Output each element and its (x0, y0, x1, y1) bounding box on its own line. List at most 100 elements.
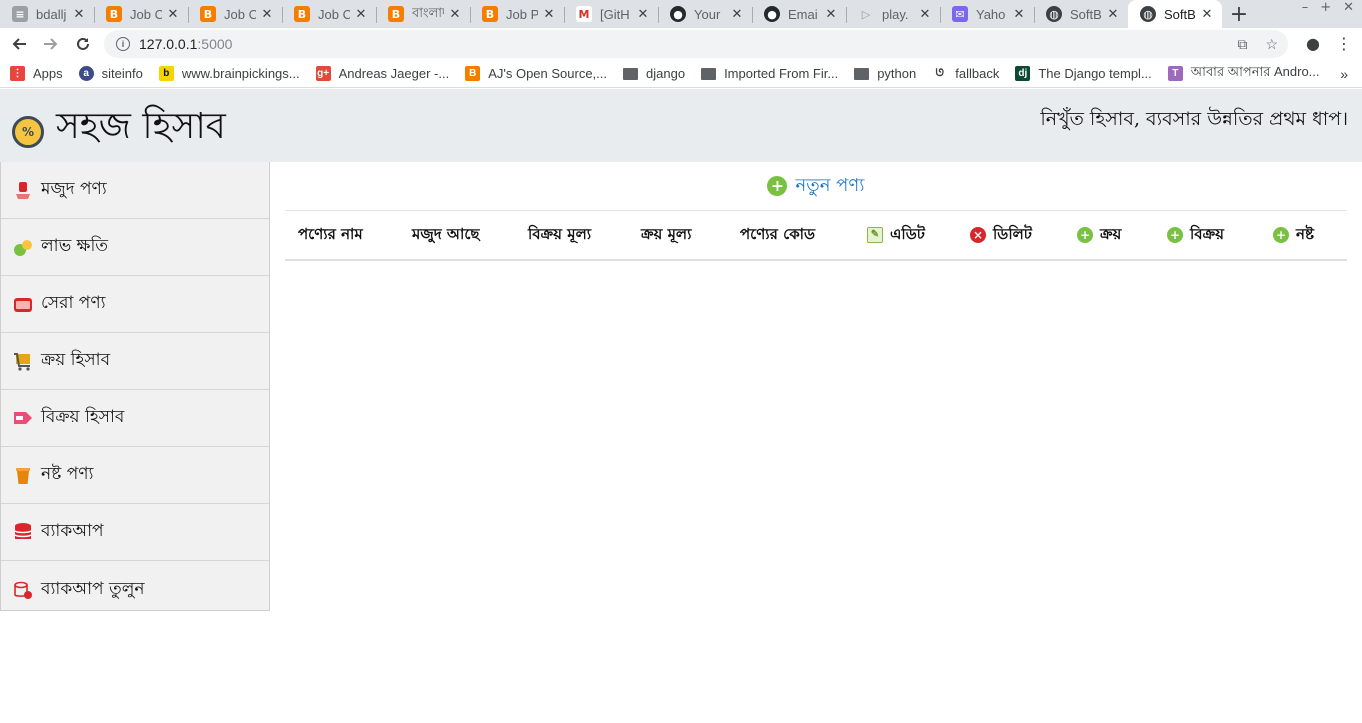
forward-button[interactable] (35, 28, 67, 60)
close-tab-icon[interactable]: ✕ (260, 7, 274, 22)
close-tab-icon[interactable]: ✕ (354, 7, 368, 22)
app-page: % সহজ হিসাব নিখুঁত হিসাব, ব্যবসার উন্নতি… (0, 89, 1362, 723)
blogger-icon: B (482, 6, 498, 22)
apps-icon: ⋮ (10, 66, 25, 81)
close-tab-icon[interactable]: ✕ (824, 7, 838, 22)
minimize-icon[interactable]: – (1302, 0, 1309, 15)
bookmark-item[interactable]: Imported From Fir... (701, 66, 838, 81)
close-tab-icon[interactable]: ✕ (448, 7, 462, 22)
bookmark-item[interactable]: a siteinfo (78, 66, 143, 81)
bookmark-item[interactable]: ⋮ Apps (10, 66, 63, 81)
close-tab-icon[interactable]: ✕ (72, 7, 86, 22)
browser-tab[interactable]: M [GitH ✕ (564, 0, 658, 28)
browser-toolbar: i 127.0.0.1:5000 ⧉ ☆ ● ⋮ (0, 28, 1362, 60)
app-tagline: নিখুঁত হিসাব, ব্যবসার উন্নতির প্রথম ধাপ। (1040, 108, 1348, 130)
blogger-icon: B (294, 6, 310, 22)
close-tab-icon[interactable]: ✕ (166, 7, 180, 22)
folder-icon (623, 67, 639, 80)
blogger-icon: B (388, 6, 404, 22)
bookmark-item[interactable]: python (854, 66, 916, 81)
bookmark-item[interactable]: django (623, 66, 685, 81)
maximize-icon[interactable]: + (1320, 0, 1331, 15)
new-tab-button[interactable]: + (1222, 0, 1256, 28)
reload-icon (77, 37, 89, 50)
add-product-button[interactable]: + নতুন পণ্য (767, 171, 865, 202)
column-header-delete[interactable]: × ডিলিট (970, 223, 1032, 248)
sale-tag-icon (13, 408, 33, 428)
bookmark-item[interactable]: dj The Django templ... (1015, 66, 1152, 81)
browser-tab[interactable]: BJob Ci✕ (94, 0, 188, 28)
brainpickings-icon: b (158, 66, 174, 81)
column-header-purchase-price[interactable]: ক্রয় মূল্য (641, 223, 691, 248)
bookmark-item[interactable]: g+ Andreas Jaeger -... (315, 66, 449, 81)
browser-tab[interactable]: ✉ Yaho ✕ (940, 0, 1034, 28)
close-tab-icon[interactable]: ✕ (730, 7, 744, 22)
database-restore-icon (13, 580, 33, 600)
bookmark-item[interactable]: T আবার আপনার Andro... (1167, 63, 1320, 84)
close-tab-icon[interactable]: ✕ (542, 7, 556, 22)
column-header-damaged[interactable]: + নষ্ট (1273, 223, 1314, 248)
sidebar-item-restore-backup[interactable]: ব্যাকআপ তুলুন (1, 561, 269, 618)
folder-icon (854, 67, 870, 80)
account-icon[interactable]: ● (1306, 34, 1320, 53)
bookmarks-bar: ⋮ Apps a siteinfo b www.brainpickings... g+… (0, 60, 1362, 88)
bookmark-item[interactable]: b www.brainpickings... (158, 66, 300, 81)
bookmark-item[interactable]: ᘎ fallback (932, 66, 999, 81)
column-header-code[interactable]: পণ্যের কোড (740, 223, 815, 248)
close-tab-icon[interactable]: ✕ (1012, 7, 1026, 22)
sidebar-item-best-products[interactable]: সেরা পণ্য (1, 276, 269, 333)
siteinfo-icon: a (78, 66, 94, 81)
file-icon: ≡ (12, 6, 28, 22)
translate-icon[interactable]: ⧉ (1237, 36, 1247, 53)
browser-tab[interactable]: ● Emai ✕ (752, 0, 846, 28)
browser-tab[interactable]: BJob Ci✕ (188, 0, 282, 28)
browser-tab[interactable]: Bবাংলাদ✕ (376, 0, 470, 28)
back-button[interactable] (3, 28, 35, 60)
column-header-purchase[interactable]: + ক্রয় (1077, 223, 1121, 248)
address-bar[interactable]: i 127.0.0.1:5000 ⧉ ☆ (104, 30, 1288, 58)
column-header-sale-price[interactable]: বিক্রয় মূল্য (528, 223, 591, 248)
django-icon: dj (1015, 66, 1031, 81)
column-header-stock[interactable]: মজুদ আছে (412, 223, 479, 248)
plus-icon: + (767, 176, 788, 196)
url-host: 127.0.0.1 (139, 36, 198, 52)
close-tab-icon[interactable]: ✕ (918, 7, 932, 22)
browser-tab[interactable]: BJob Pl✕ (470, 0, 564, 28)
products-table-header: পণ্যের নাম মজুদ আছে বিক্রয় মূল্য ক্রয় … (285, 210, 1347, 261)
bookmark-item[interactable]: B AJ's Open Source,... (465, 66, 607, 81)
browser-tab[interactable]: BJob Ci✕ (282, 0, 376, 28)
android-icon: T (1167, 66, 1183, 81)
browser-tab[interactable]: ▷ play. ✕ (846, 0, 940, 28)
reload-button[interactable] (67, 28, 99, 60)
sidebar-item-profit-loss[interactable]: লাভ ক্ষতি (1, 219, 269, 276)
bookmark-star-icon[interactable]: ☆ (1265, 36, 1278, 53)
play-icon: ▷ (858, 6, 874, 22)
trash-icon (13, 465, 33, 485)
column-header-name[interactable]: পণ্যের নাম (298, 223, 363, 248)
browser-tab-active[interactable]: ◍ SoftB ✕ (1128, 0, 1222, 28)
close-tab-icon[interactable]: ✕ (1106, 7, 1120, 22)
info-icon[interactable]: i (116, 37, 130, 51)
plus-icon: + (1167, 227, 1183, 243)
sidebar-item-sales-accounts[interactable]: বিক্রয় হিসাব (1, 390, 269, 447)
delete-icon: × (970, 227, 986, 243)
add-product-row: + নতুন পণ্য (285, 162, 1347, 210)
fallback-icon: ᘎ (932, 66, 948, 81)
sidebar-item-purchase-accounts[interactable]: ক্রয় হিসাব (1, 333, 269, 390)
cart-icon (13, 351, 33, 371)
browser-tab[interactable]: ≡ bdallj ✕ (0, 0, 94, 28)
sidebar-item-backup[interactable]: ব্যাকআপ (1, 504, 269, 561)
sidebar-item-damaged-products[interactable]: নষ্ট পণ্য (1, 447, 269, 504)
close-window-icon[interactable]: ✕ (1343, 0, 1354, 15)
close-tab-icon[interactable]: ✕ (636, 7, 650, 22)
menu-dots-icon[interactable]: ⋮ (1336, 34, 1352, 53)
column-header-sale[interactable]: + বিক্রয় (1167, 223, 1224, 248)
brand[interactable]: % সহজ হিসাব (12, 105, 226, 149)
bookmarks-overflow-icon[interactable]: » (1340, 66, 1348, 82)
column-header-edit[interactable]: ✎ এডিট (867, 223, 925, 248)
browser-tab[interactable]: ● Your ✕ (658, 0, 752, 28)
sidebar-item-stock[interactable]: মজুদ পণ্য (1, 162, 269, 219)
browser-tab[interactable]: ◍ SoftB ✕ (1034, 0, 1128, 28)
close-tab-icon[interactable]: ✕ (1200, 7, 1214, 22)
yahoo-icon: ✉ (952, 6, 968, 22)
